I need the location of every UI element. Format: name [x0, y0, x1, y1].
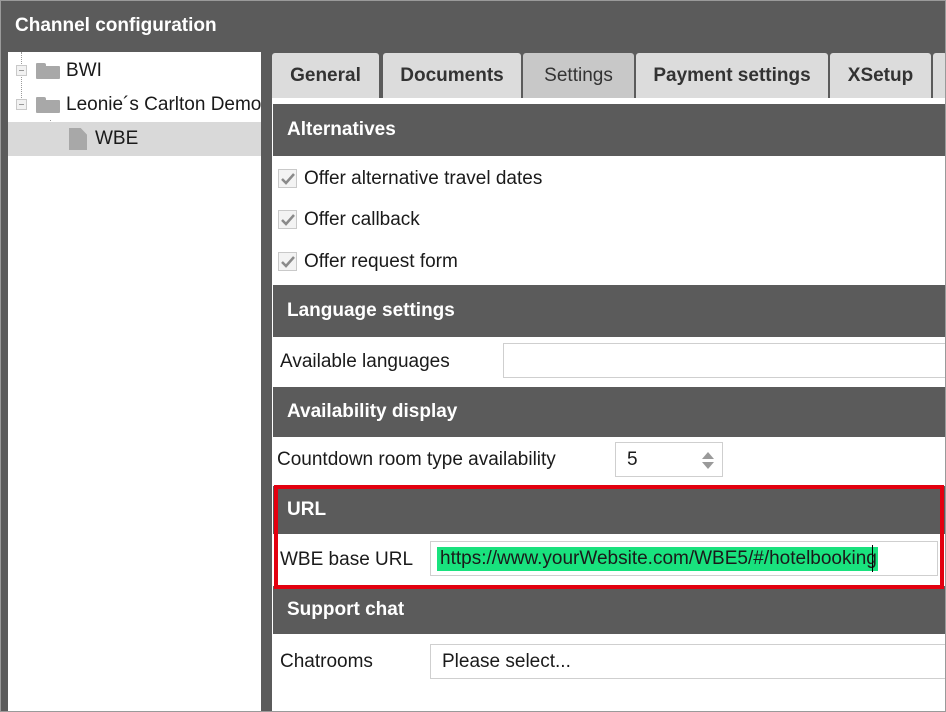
- tab-xsetup[interactable]: XSetup: [830, 53, 931, 98]
- url-header: URL: [273, 486, 945, 534]
- stepper-up-icon[interactable]: [702, 452, 714, 459]
- wbe-base-url-label: WBE base URL: [280, 549, 414, 570]
- support-chat-header: Support chat: [273, 586, 945, 634]
- window-title: Channel configuration: [2, 2, 945, 50]
- folder-icon: [36, 97, 60, 113]
- chatrooms-label: Chatrooms: [280, 651, 373, 672]
- tree-node-label: BWI: [66, 60, 102, 81]
- tree-node-bwi[interactable]: BWI: [8, 54, 261, 88]
- checkbox-checked-icon[interactable]: [278, 252, 297, 271]
- tree-node-leonies-carlton-demo[interactable]: Leonie´s Carlton Demo: [8, 88, 261, 122]
- wbe-base-url-input[interactable]: https://www.yourWebsite.com/WBE5/#/hotel…: [430, 541, 938, 576]
- checkbox-label: Offer request form: [304, 251, 458, 272]
- tab-general[interactable]: General: [272, 53, 379, 98]
- language-settings-header: Language settings: [273, 285, 945, 337]
- tab-documents[interactable]: Documents: [383, 53, 521, 98]
- checkbox-label: Offer callback: [304, 209, 420, 230]
- text-caret: [872, 545, 873, 572]
- tab-overflow[interactable]: [933, 53, 945, 98]
- collapse-toggle-icon[interactable]: [16, 99, 27, 110]
- countdown-availability-stepper[interactable]: 5: [615, 442, 723, 477]
- availability-display-header: Availability display: [273, 387, 945, 437]
- checkbox-checked-icon[interactable]: [278, 210, 297, 229]
- stepper-value: 5: [627, 449, 638, 470]
- selected-url-text: https://www.yourWebsite.com/WBE5/#/hotel…: [437, 547, 878, 571]
- checkbox-checked-icon[interactable]: [278, 169, 297, 188]
- checkbox-label: Offer alternative travel dates: [304, 168, 543, 189]
- tree-node-label: Leonie´s Carlton Demo: [66, 94, 261, 115]
- channel-configuration-window: Channel configuration BWI Leonie´s Carlt…: [0, 0, 946, 712]
- stepper-down-icon[interactable]: [702, 462, 714, 469]
- tab-payment-settings[interactable]: Payment settings: [636, 53, 828, 98]
- file-icon: [69, 128, 87, 150]
- settings-panel: General Documents Settings Payment setti…: [272, 52, 945, 711]
- collapse-toggle-icon[interactable]: [16, 65, 27, 76]
- available-languages-input[interactable]: [503, 343, 945, 378]
- alternatives-header: Alternatives: [273, 104, 945, 156]
- chatrooms-select[interactable]: Please select...: [430, 644, 945, 679]
- countdown-availability-label: Countdown room type availability: [277, 449, 556, 470]
- tab-settings[interactable]: Settings: [523, 53, 634, 98]
- available-languages-label: Available languages: [280, 351, 450, 372]
- channel-tree: BWI Leonie´s Carlton Demo WBE: [8, 52, 261, 711]
- tree-node-label: WBE: [95, 128, 139, 149]
- folder-icon: [36, 63, 60, 79]
- tab-bar: General Documents Settings Payment setti…: [272, 52, 945, 98]
- tree-node-wbe[interactable]: WBE: [8, 122, 261, 156]
